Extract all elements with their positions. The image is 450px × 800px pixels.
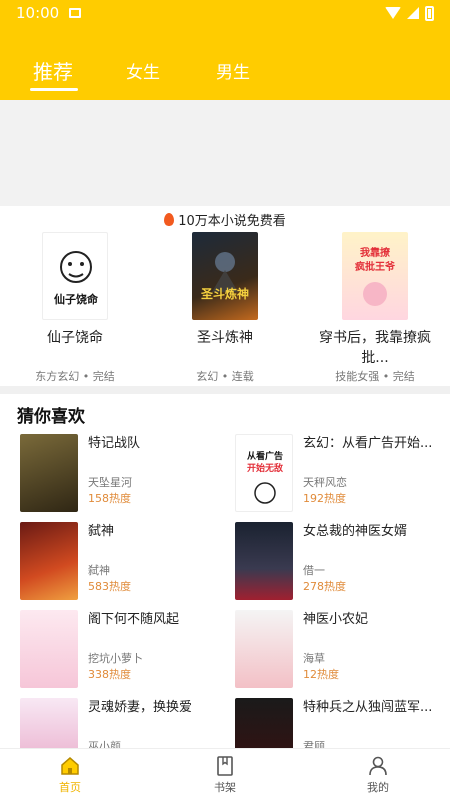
tab-recommend[interactable]: 推荐 <box>33 56 73 85</box>
bottom-nav: 首页 书架 我的 <box>0 748 450 800</box>
book-cover <box>235 610 293 688</box>
book-title: 灵魂娇妻，换换爱 <box>88 700 193 715</box>
banner-area[interactable] <box>0 100 450 206</box>
book-heat: 12热度 <box>303 668 339 681</box>
book-cover <box>20 610 78 688</box>
book-list-item[interactable]: 弑神 弑神 583热度 <box>20 522 220 602</box>
book-author: 天坠星河 <box>88 476 132 489</box>
signal-icon <box>407 7 419 19</box>
book-heat: 583热度 <box>88 580 131 593</box>
book-author: 弑神 <box>88 564 110 577</box>
promo-title: 10万本小说免费看 <box>0 210 450 229</box>
section-divider <box>0 386 450 394</box>
guess-you-like-section: 猜你喜欢 特记战队 天坠星河 158热度 从看广告 开始无敌 玄幻：从看广告开始… <box>0 394 450 748</box>
book-cover <box>235 698 293 748</box>
battery-icon <box>425 5 434 21</box>
book-cover: 圣斗炼神 <box>192 232 258 320</box>
book-title: 仙子饶命 <box>47 330 103 346</box>
user-icon <box>367 755 389 777</box>
status-bar: 10:00 <box>0 0 450 26</box>
nav-label: 我的 <box>367 781 389 794</box>
nav-label: 书架 <box>214 781 236 794</box>
free-novels-section: 10万本小说免费看 仙子饶命 仙子饶命 东方玄幻 • 完结 圣斗炼神 圣斗炼神 … <box>0 206 450 386</box>
book-title: 圣斗炼神 <box>197 330 253 346</box>
book-title: 女总裁的神医女婿 <box>303 524 408 539</box>
book-cover <box>20 698 78 748</box>
book-title: 特记战队 <box>88 436 141 451</box>
book-cover <box>20 522 78 600</box>
svg-text:仙子饶命: 仙子饶命 <box>54 292 99 306</box>
book-cover: 仙子饶命 <box>42 232 108 320</box>
book-title: 弑神 <box>88 524 115 539</box>
section-title: 猜你喜欢 <box>17 407 85 427</box>
book-cover: 我靠撩 疯批王爷 <box>342 232 408 320</box>
book-heat: 338热度 <box>88 668 131 681</box>
book-heat: 158热度 <box>88 492 131 505</box>
svg-text:疯批王爷: 疯批王爷 <box>355 260 396 273</box>
book-title: 穿书后，我靠撩疯批... <box>319 330 431 366</box>
promo-book-card[interactable]: 仙子饶命 仙子饶命 <box>15 232 135 368</box>
book-list-item[interactable]: 神医小农妃 海草 12热度 <box>235 610 435 690</box>
book-cover <box>20 434 78 512</box>
book-title: 神医小农妃 <box>303 612 369 627</box>
book-list-item[interactable]: 特记战队 天坠星河 158热度 <box>20 434 220 514</box>
book-list-item[interactable]: 特种兵之从独闯蓝军... 君顾 <box>235 698 435 748</box>
promo-book-card[interactable]: 圣斗炼神 圣斗炼神 <box>165 232 285 368</box>
status-time: 10:00 <box>16 4 60 22</box>
active-tab-indicator <box>30 88 78 91</box>
book-meta: 技能女强 • 完结 <box>335 370 415 383</box>
nav-bookshelf[interactable]: 书架 <box>175 749 275 800</box>
nav-profile[interactable]: 我的 <box>328 749 428 800</box>
svg-text:我靠撩: 我靠撩 <box>360 246 391 259</box>
book-title: 阁下何不随风起 <box>88 612 180 627</box>
app-header: 10:00 推荐 女生 男生 <box>0 0 450 100</box>
svg-text:圣斗炼神: 圣斗炼神 <box>200 286 249 301</box>
book-heat: 192热度 <box>303 492 346 505</box>
nav-home[interactable]: 首页 <box>20 749 120 800</box>
svg-text:开始无敌: 开始无敌 <box>247 462 283 474</box>
book-author: 君顾 <box>303 740 325 748</box>
tab-female[interactable]: 女生 <box>126 58 160 83</box>
book-author: 海草 <box>303 652 325 665</box>
book-author: 巫小颜 <box>88 740 121 748</box>
book-title: 玄幻：从看广告开始... <box>303 436 433 451</box>
nav-label: 首页 <box>59 781 81 794</box>
book-list-item[interactable]: 从看广告 开始无敌 玄幻：从看广告开始... 天秤风恋 192热度 <box>235 434 435 514</box>
book-title: 特种兵之从独闯蓝军... <box>303 700 433 715</box>
bookshelf-icon <box>214 755 236 777</box>
tab-male[interactable]: 男生 <box>216 58 250 83</box>
book-author: 挖坑小萝卜 <box>88 652 143 665</box>
book-meta: 玄幻 • 连载 <box>196 370 254 383</box>
book-list-item[interactable]: 女总裁的神医女婿 借一 278热度 <box>235 522 435 602</box>
home-icon <box>59 755 81 777</box>
book-author: 借一 <box>303 564 325 577</box>
book-cover: 从看广告 开始无敌 <box>235 434 293 512</box>
image-notification-icon <box>69 8 82 18</box>
book-list-item[interactable]: 灵魂娇妻，换换爱 巫小颜 <box>20 698 220 748</box>
wifi-icon <box>385 7 401 19</box>
book-heat: 278热度 <box>303 580 346 593</box>
book-meta: 东方玄幻 • 完结 <box>35 370 115 383</box>
book-list-item[interactable]: 阁下何不随风起 挖坑小萝卜 338热度 <box>20 610 220 690</box>
category-tabs: 推荐 女生 男生 <box>0 50 450 94</box>
promo-book-card[interactable]: 我靠撩 疯批王爷 穿书后，我靠撩疯批... <box>315 232 435 368</box>
book-cover <box>235 522 293 600</box>
svg-text:从看广告: 从看广告 <box>247 450 283 462</box>
book-author: 天秤风恋 <box>303 476 347 489</box>
fire-icon <box>164 213 175 226</box>
